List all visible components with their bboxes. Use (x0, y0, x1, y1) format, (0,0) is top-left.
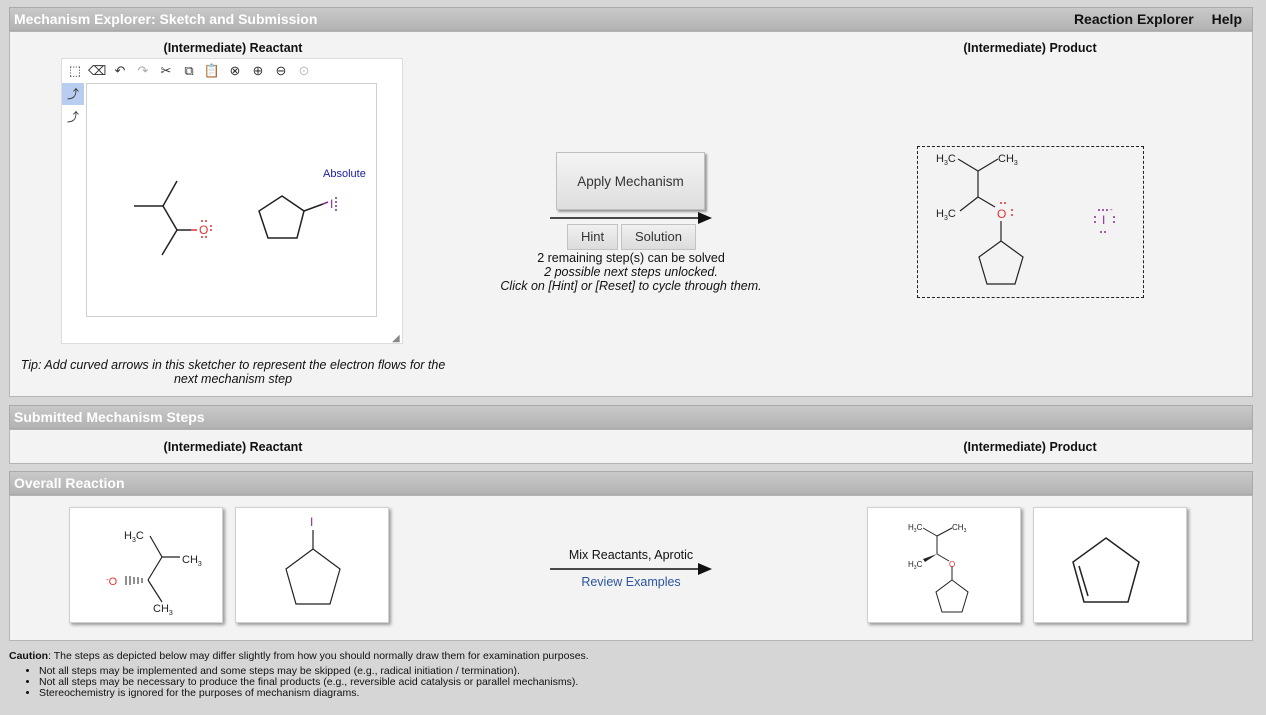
caution-label: Caution (9, 650, 49, 662)
molecule-sketcher[interactable]: ⬚ ⌫ ↶ ↷ ✂ ⧉ 📋 ⊗ ⊕ ⊖ ⊙ ⤴ ⤴ Absolute O I ◢ (61, 58, 403, 344)
redo-icon[interactable]: ↷ (134, 63, 152, 79)
overall-reaction-bar: Overall Reaction (9, 471, 1253, 495)
submitted-reactant-title: (Intermediate) Reactant (163, 440, 303, 454)
svg-text:H3C: H3C (936, 208, 956, 222)
caution-text: : The steps as depicted below may differ… (48, 650, 589, 662)
svg-text:CH3: CH3 (998, 153, 1018, 167)
select-icon[interactable]: ⬚ (66, 63, 84, 79)
intermediate-product-box[interactable]: H3C CH3 H3C O I - (917, 146, 1144, 298)
sketcher-tip: Tip: Add curved arrows in this sketcher … (20, 358, 446, 386)
svg-text:H3C: H3C (908, 560, 923, 571)
ether-oxygen-label: O (949, 560, 955, 569)
header-links: Reaction Explorer Help (1060, 8, 1242, 30)
solution-button[interactable]: Solution (621, 224, 696, 250)
sketcher-toolbar: ⬚ ⌫ ↶ ↷ ✂ ⧉ 📋 ⊗ ⊕ ⊖ ⊙ (62, 59, 402, 83)
copy-icon[interactable]: ⧉ (180, 63, 198, 79)
svg-text:H3C: H3C (936, 153, 956, 167)
submitted-product-title: (Intermediate) Product (963, 440, 1097, 454)
caution-item: Stereochemistry is ignored for the purpo… (39, 688, 589, 699)
svg-text:CH3: CH3 (153, 603, 173, 617)
single-arrow-tool-icon[interactable]: ⤴ (62, 106, 84, 128)
svg-text:CH3: CH3 (182, 554, 202, 568)
reaction-arrow (550, 212, 712, 224)
product-oxygen-label: O (997, 207, 1006, 221)
reaction-conditions: Mix Reactants, Aprotic (568, 548, 694, 562)
product-card-ether[interactable]: H3C CH3 H3C O (867, 507, 1021, 623)
submitted-steps-title: Submitted Mechanism Steps (14, 409, 205, 425)
svg-text:H3C: H3C (124, 530, 144, 544)
zoom-out-icon[interactable]: ⊖ (272, 63, 290, 79)
product-structures: H3C CH3 H3C O I - (936, 153, 1115, 285)
zoom-in-icon[interactable]: ⊕ (249, 63, 267, 79)
hint-button[interactable]: Hint (567, 224, 618, 250)
apply-mechanism-button[interactable]: Apply Mechanism (556, 152, 705, 210)
cyclopentene-structure (1072, 537, 1140, 603)
zoom-reset-icon[interactable]: ⊙ (295, 63, 313, 79)
caution-list: Not all steps may be implemented and som… (9, 666, 589, 699)
reactant-iodine-label: I (330, 197, 333, 211)
reactant-card-alkoxide[interactable]: H3C CH3 CH3 -O (69, 507, 223, 623)
sketcher-canvas[interactable]: Absolute O I (86, 83, 377, 317)
reactant-structures: O I (134, 180, 337, 256)
svg-text:H3C: H3C (908, 523, 923, 534)
ether-structure: H3C CH3 H3C O (908, 523, 969, 613)
undo-icon[interactable]: ↶ (111, 63, 129, 79)
status-remaining-steps: 2 remaining step(s) can be solved (537, 251, 725, 265)
svg-text:CH3: CH3 (952, 523, 967, 534)
status-message: 2 remaining step(s) can be solved 2 poss… (476, 251, 786, 293)
cut-icon[interactable]: ✂ (157, 63, 175, 79)
reactant-oxygen-label: O (199, 223, 208, 237)
product-title: (Intermediate) Product (963, 41, 1097, 55)
submitted-steps-bar: Submitted Mechanism Steps (9, 405, 1253, 429)
help-link[interactable]: Help (1212, 11, 1242, 27)
paste-icon[interactable]: 📋 (203, 63, 221, 79)
reactant-title: (Intermediate) Reactant (163, 41, 303, 55)
overall-reaction-title: Overall Reaction (14, 475, 125, 491)
status-cycle-hint: Click on [Hint] or [Reset] to cycle thro… (500, 279, 762, 293)
iodine-label: I (310, 515, 313, 529)
review-examples-link[interactable]: Review Examples (550, 575, 712, 589)
page-title: Mechanism Explorer: Sketch and Submissio… (14, 11, 318, 27)
reaction-explorer-link[interactable]: Reaction Explorer (1074, 11, 1194, 27)
iodide-label: I (1102, 213, 1105, 227)
reactant-card-iodocyclopentane[interactable]: I (235, 507, 389, 623)
caution-note: Caution: The steps as depicted below may… (9, 650, 589, 699)
header-bar: Mechanism Explorer: Sketch and Submissio… (9, 7, 1253, 31)
curved-arrow-tool-icon[interactable]: ⤴ (62, 83, 84, 105)
overall-reaction-arrow (550, 563, 712, 575)
zoom-fit-icon[interactable]: ⊗ (226, 63, 244, 79)
svg-text:-: - (1110, 205, 1113, 214)
iodocyclopentane-structure: I (285, 515, 341, 605)
alkoxide-structure: H3C CH3 CH3 -O (106, 530, 202, 617)
svg-text:-O: -O (106, 575, 118, 588)
resize-handle-icon[interactable]: ◢ (392, 333, 400, 344)
product-card-cyclopentene[interactable] (1033, 507, 1187, 623)
eraser-icon[interactable]: ⌫ (88, 63, 106, 79)
status-unlocked-steps: 2 possible next steps unlocked. (544, 265, 718, 279)
